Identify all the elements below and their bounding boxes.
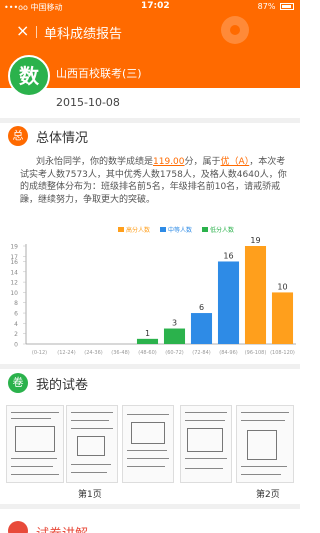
overview-icon: 总 — [8, 126, 28, 146]
bar — [136, 338, 159, 344]
clock: 17:02 — [141, 1, 170, 11]
summary-intro: 刘永怡同学，你的数学成绩是 — [36, 157, 154, 167]
y-tick-label: 8 — [14, 300, 18, 307]
legend-swatch — [118, 227, 124, 232]
bar-value-label: 1 — [145, 329, 150, 338]
x-tick-label: (72-84) — [192, 350, 210, 356]
papers-icon: 卷 — [8, 373, 28, 393]
y-tick-label: 19 — [10, 244, 18, 251]
y-tick-label: 4 — [14, 321, 18, 328]
x-tick-label: (84-96) — [219, 350, 237, 356]
bar-value-label: 3 — [172, 319, 177, 328]
score-distribution-chart: 0 2 4 6 8 10 12 14 16 17 19 (0-12) (12-24) (24-36) (36… — [0, 216, 300, 362]
bar-value-label: 6 — [199, 303, 204, 312]
x-tick-label: (48-60) — [138, 350, 156, 356]
carrier-label: •••oo 中国移动 — [4, 3, 63, 12]
x-tick-label: (36-48) — [111, 350, 129, 356]
x-tick-label: (96-108) — [245, 350, 267, 356]
y-tick-label: 6 — [14, 311, 18, 318]
bar — [190, 313, 213, 344]
x-tick-label: (108-120) — [270, 350, 295, 356]
assistive-touch-button[interactable] — [221, 16, 249, 44]
bar — [163, 328, 186, 344]
bar — [217, 261, 240, 344]
y-tick-label: 12 — [10, 280, 18, 287]
section-papers-title: 我的试卷 — [36, 378, 89, 393]
grade-level: 优（A） — [220, 157, 250, 167]
exam-name: 山西百校联考(三) — [56, 67, 142, 80]
section-overview-title: 总体情况 — [36, 131, 89, 146]
page-title: 单科成绩报告 — [44, 27, 123, 42]
paper-thumbnail-1c[interactable] — [122, 405, 174, 483]
y-tick-label: 2 — [14, 331, 18, 338]
battery-icon — [280, 3, 294, 10]
x-tick-label: (0-12) — [32, 350, 47, 356]
y-tick-label: 14 — [10, 269, 18, 276]
bar — [244, 246, 267, 344]
section-divider — [0, 118, 300, 123]
x-tick-label: (60-72) — [165, 350, 183, 356]
section-explanation-header: 试卷讲解 — [0, 515, 300, 533]
paper-thumbnail-1a[interactable] — [6, 405, 64, 483]
x-tick-label: (24-36) — [84, 350, 102, 356]
bar-value-label: 19 — [250, 236, 260, 245]
x-tick-label: (12-24) — [57, 350, 75, 356]
bar — [271, 292, 294, 344]
exam-header: 数 山西百校联考(三) 2015-10-08 — [0, 48, 300, 118]
y-tick-label: 17 — [10, 254, 18, 261]
exam-date: 2015-10-08 — [56, 96, 120, 109]
bar-value-label: 16 — [223, 251, 233, 260]
section-explanation-title: 试卷讲解 — [36, 523, 88, 533]
y-tick-label: 10 — [10, 290, 18, 297]
title-divider — [36, 26, 37, 38]
paper-thumbnails — [0, 405, 300, 483]
page-label-1: 第1页 — [78, 490, 102, 500]
summary-text: 刘永怡同学，你的数学成绩是119.00分，属于优（A），本次考试实考人数7573… — [20, 156, 290, 206]
page-label-2: 第2页 — [256, 490, 280, 500]
paper-thumbnail-1b[interactable] — [66, 405, 118, 483]
legend-label: 低分人数 — [210, 226, 234, 234]
paper-thumbnail-2a[interactable] — [180, 405, 232, 483]
subject-badge: 数 — [8, 55, 50, 97]
section-divider — [0, 364, 300, 369]
bar-value-label: 10 — [277, 282, 287, 291]
battery-indicator: 87% — [258, 2, 294, 11]
status-bar: •••oo 中国移动 17:02 87% — [0, 0, 300, 14]
legend-swatch — [160, 227, 166, 232]
title-bar: × 单科成绩报告 — [0, 14, 300, 48]
summary-paragraph: 刘永怡同学，你的数学成绩是119.00分，属于优（A），本次考试实考人数7573… — [20, 156, 290, 206]
legend-label: 中等人数 — [168, 226, 192, 234]
battery-percent: 87% — [257, 2, 276, 11]
close-icon[interactable]: × — [16, 23, 29, 39]
y-tick-label: 0 — [14, 342, 18, 349]
summary-unit: 分，属于 — [184, 157, 221, 167]
explanation-icon — [8, 521, 28, 533]
legend-swatch — [202, 227, 208, 232]
score-value: 119.00 — [153, 157, 185, 167]
section-divider — [0, 504, 300, 509]
paper-thumbnail-2b[interactable] — [236, 405, 294, 483]
chart-svg: 02468101214161719(0-12) (12-24) (24-36) (36… — [10, 226, 296, 356]
legend-label: 高分人数 — [126, 226, 150, 234]
